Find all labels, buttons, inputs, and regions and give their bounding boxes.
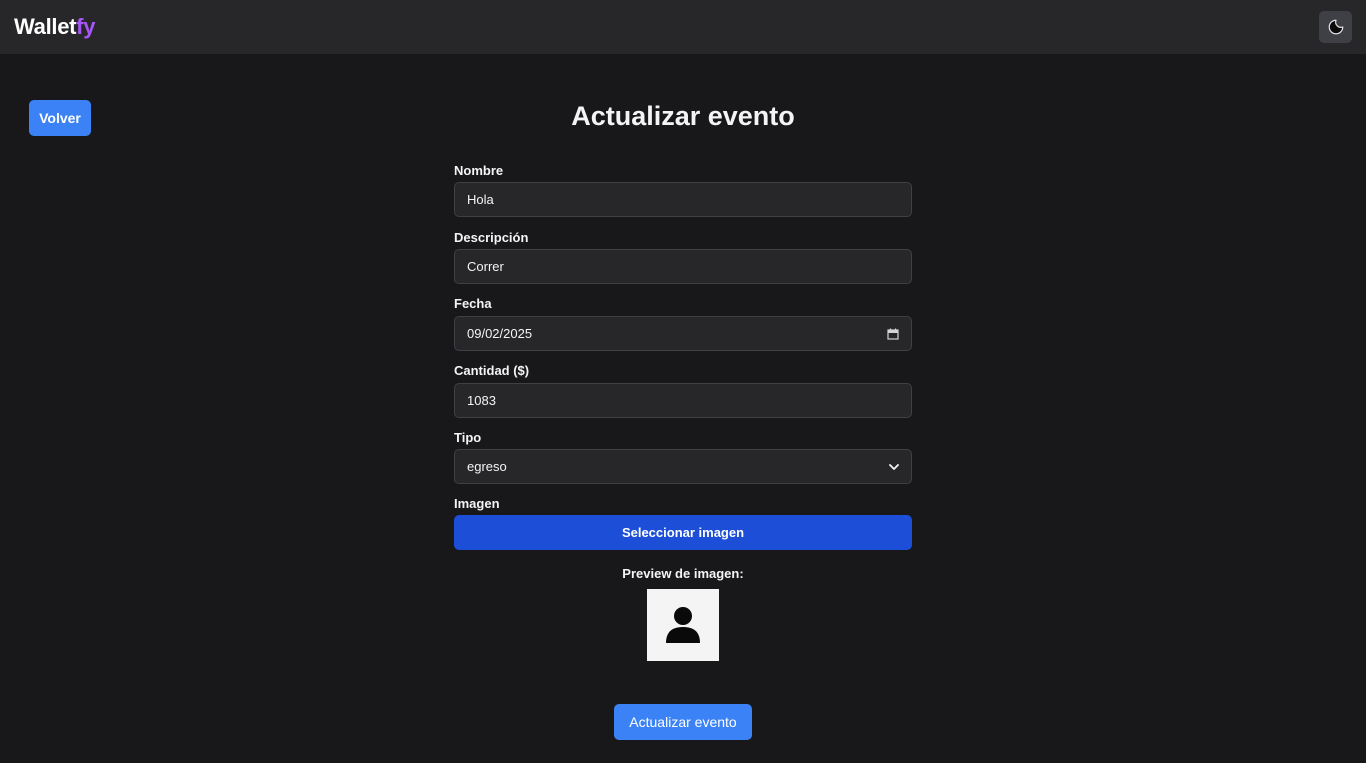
brand-name-part2: fy bbox=[76, 14, 96, 39]
user-placeholder-icon bbox=[666, 607, 700, 643]
fecha-value: 09/02/2025 bbox=[467, 326, 533, 341]
tipo-label: Tipo bbox=[454, 430, 482, 445]
preview-label: Preview de imagen: bbox=[622, 566, 744, 581]
select-image-button[interactable]: Seleccionar imagen bbox=[454, 515, 912, 550]
nombre-input[interactable]: Hola bbox=[454, 182, 912, 217]
page-title: Actualizar evento bbox=[571, 101, 795, 131]
cantidad-label: Cantidad ($) bbox=[454, 363, 530, 378]
theme-toggle-button[interactable] bbox=[1319, 11, 1352, 43]
brand-logo[interactable]: Walletfy bbox=[14, 14, 95, 40]
brand-name-part1: Wallet bbox=[14, 14, 77, 39]
tipo-value: egreso bbox=[467, 459, 507, 474]
update-event-button[interactable]: Actualizar evento bbox=[614, 704, 752, 740]
descripcion-input[interactable]: Correr bbox=[454, 249, 912, 284]
chevron-down-icon bbox=[889, 463, 899, 470]
descripcion-value: Correr bbox=[467, 259, 504, 274]
image-preview bbox=[647, 589, 719, 661]
tipo-select[interactable]: egreso bbox=[454, 449, 912, 484]
moon-icon bbox=[1328, 19, 1343, 35]
imagen-label: Imagen bbox=[454, 496, 500, 511]
nombre-value: Hola bbox=[467, 192, 494, 207]
cantidad-value: 1083 bbox=[467, 393, 496, 408]
fecha-label: Fecha bbox=[454, 296, 492, 311]
calendar-icon[interactable] bbox=[887, 328, 899, 340]
descripcion-label: Descripción bbox=[454, 230, 529, 245]
navbar: Walletfy bbox=[0, 0, 1366, 54]
fecha-input[interactable]: 09/02/2025 bbox=[454, 316, 912, 351]
cantidad-input[interactable]: 1083 bbox=[454, 383, 912, 418]
nombre-label: Nombre bbox=[454, 163, 504, 178]
